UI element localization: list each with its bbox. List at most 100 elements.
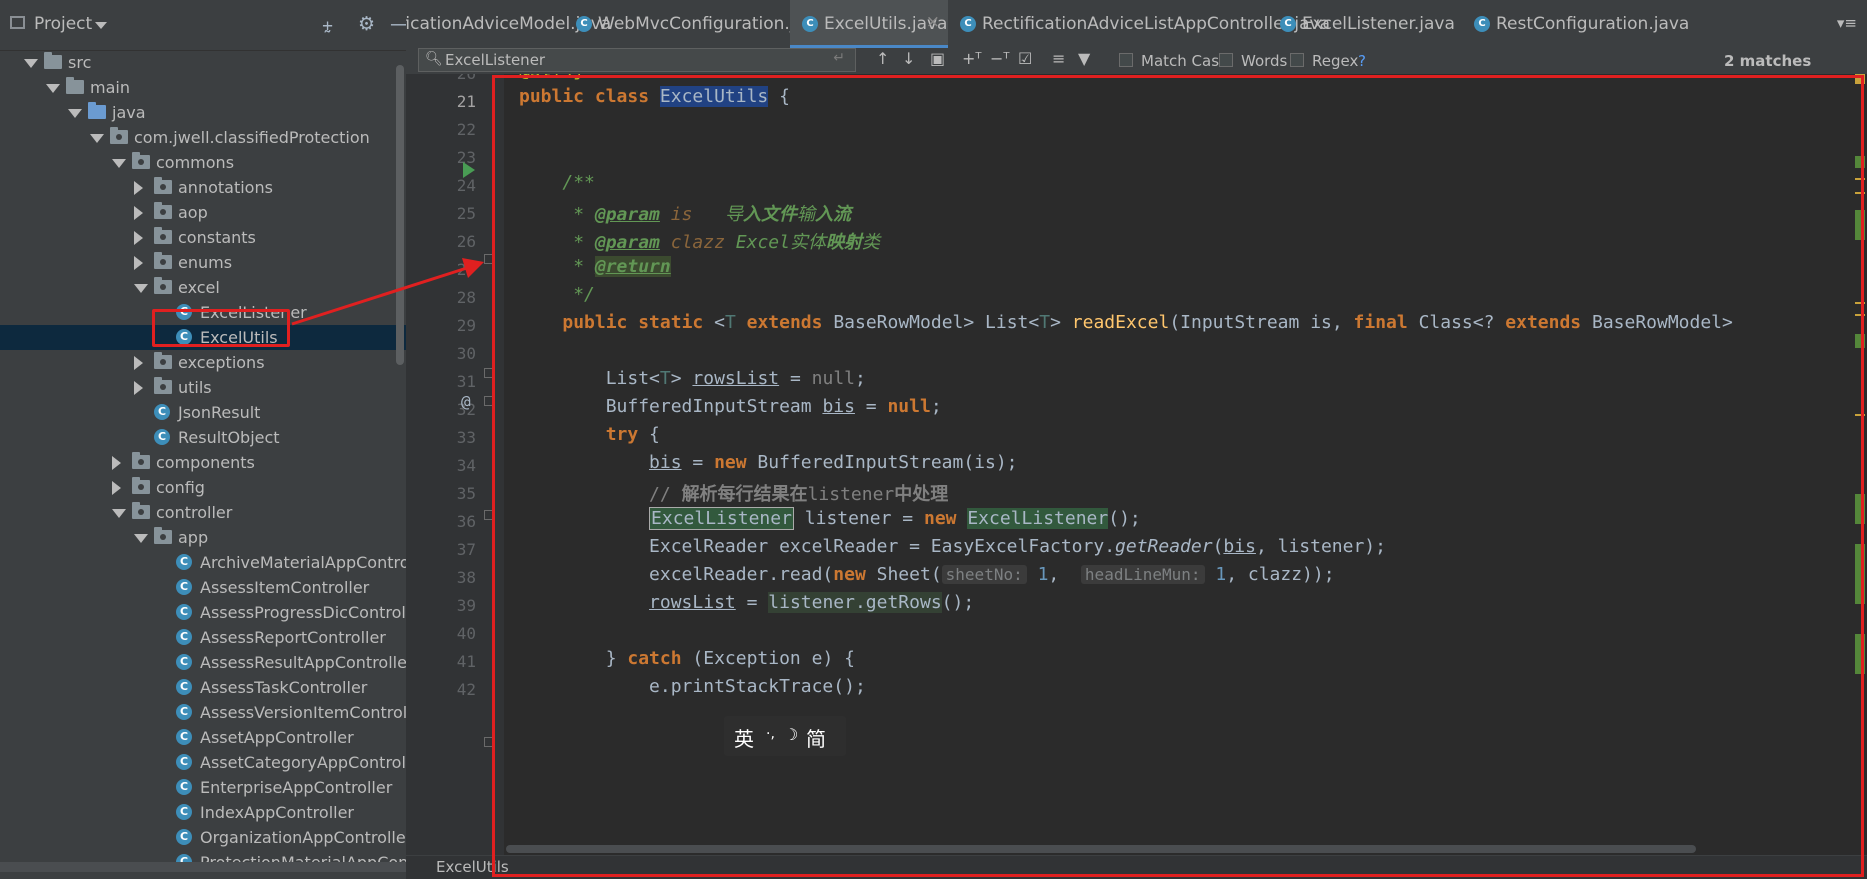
run-icon[interactable] [463, 162, 475, 178]
tree-item[interactable]: C AssessResultAppController [0, 650, 406, 675]
tree-item[interactable]: C AssessReportController [0, 625, 406, 650]
prev-match-icon[interactable]: ↑ [876, 49, 889, 68]
tree-item[interactable]: config [0, 475, 406, 500]
search-icon[interactable]: 🔍︎ [425, 51, 443, 67]
tree-item[interactable]: java [0, 100, 406, 125]
filter-icon[interactable]: ▼ [1078, 49, 1090, 68]
override-marker-icon[interactable]: @ [461, 392, 471, 411]
next-match-icon[interactable]: ↓ [902, 49, 915, 68]
editor-tab[interactable]: C ExcelListener.java [1268, 0, 1462, 48]
editor-tab[interactable]: C RectificationAdviceListAppController.ja… [948, 0, 1330, 48]
chevron-right-icon[interactable] [134, 381, 143, 395]
tree-item-label: main [90, 78, 130, 97]
tree-item[interactable]: main [0, 75, 406, 100]
tree-item[interactable]: annotations [0, 175, 406, 200]
editor-tab-label: ExcelListener.java [1302, 14, 1455, 34]
words-label[interactable]: Words [1241, 52, 1287, 70]
tree-item[interactable]: C AssetCategoryAppControlle [0, 750, 406, 775]
editor-tab[interactable]: C RestConfiguration.java [1462, 0, 1689, 48]
line-number: 22 [456, 120, 476, 139]
tree-item-label: JsonResult [178, 403, 261, 422]
tree-item-label: AssetCategoryAppControlle [200, 753, 406, 772]
tree-item[interactable]: C ArchiveMaterialAppControl [0, 550, 406, 575]
select-all-occurrences-icon[interactable]: ▣ [930, 49, 945, 68]
tree-item-label: OrganizationAppController [200, 828, 406, 847]
project-title[interactable]: Project [34, 14, 92, 34]
gear-icon[interactable]: ⚙ [358, 13, 375, 35]
project-panel: Project ⨦ ⚙ — src main java com.jwell.class… [0, 0, 406, 879]
project-tree-hscrollbar[interactable] [0, 862, 406, 872]
tree-item[interactable]: C AssessProgressDicControlle [0, 600, 406, 625]
chevron-right-icon[interactable] [134, 181, 143, 195]
chevron-right-icon[interactable] [112, 456, 121, 470]
tree-item[interactable]: com.jwell.classifiedProtection [0, 125, 406, 150]
tree-item[interactable]: C AssessItemController [0, 575, 406, 600]
tree-item[interactable]: enums [0, 250, 406, 275]
tree-item-label: ArchiveMaterialAppControl [200, 553, 406, 572]
chevron-right-icon[interactable] [134, 231, 143, 245]
tree-item[interactable]: C OrganizationAppController [0, 825, 406, 850]
chevron-right-icon[interactable] [112, 481, 121, 495]
tree-item[interactable]: app [0, 525, 406, 550]
tree-item[interactable]: C IndexAppController [0, 800, 406, 825]
tree-item[interactable]: components [0, 450, 406, 475]
chevron-right-icon[interactable] [134, 356, 143, 370]
tree-item[interactable]: utils [0, 375, 406, 400]
tree-item[interactable]: C JsonResult [0, 400, 406, 425]
tree-item[interactable]: constants [0, 225, 406, 250]
match-case-checkbox[interactable] [1119, 53, 1133, 67]
filter-lines-icon[interactable]: ≡ [1052, 49, 1065, 68]
line-number: 42 [456, 680, 476, 699]
tree-item[interactable]: src [0, 50, 406, 75]
regex-label[interactable]: Regex [1312, 52, 1358, 70]
find-input[interactable] [445, 51, 805, 69]
class-icon: C [960, 16, 976, 32]
editor-tab[interactable]: C ExcelUtils.java × [790, 0, 948, 48]
class-icon: C [802, 16, 818, 32]
tree-item-label: annotations [178, 178, 273, 197]
tree-item[interactable]: C EnterpriseAppController [0, 775, 406, 800]
class-icon: C [176, 704, 192, 720]
tree-item[interactable]: excel [0, 275, 406, 300]
tree-item[interactable]: C AssessVersionItemControlle [0, 700, 406, 725]
add-selection-icon[interactable]: +ᵀ [962, 49, 982, 68]
line-number: 31 [456, 372, 476, 391]
line-number: 41 [456, 652, 476, 671]
tree-item-label: AssessItemController [200, 578, 370, 597]
chevron-down-icon[interactable] [134, 284, 148, 293]
package-icon [154, 227, 172, 244]
chevron-down-icon[interactable] [134, 534, 148, 543]
words-checkbox[interactable] [1219, 53, 1233, 67]
chevron-down-icon[interactable] [46, 84, 60, 93]
chevron-right-icon[interactable] [134, 206, 143, 220]
tree-item[interactable]: commons [0, 150, 406, 175]
tree-item[interactable]: aop [0, 200, 406, 225]
chevron-down-icon[interactable] [112, 509, 126, 518]
chevron-down-icon[interactable] [68, 109, 82, 118]
tree-item[interactable]: C AssessTaskController [0, 675, 406, 700]
class-icon: C [176, 604, 192, 620]
tree-item[interactable]: exceptions [0, 350, 406, 375]
chevron-down-icon[interactable] [112, 159, 126, 168]
tree-item[interactable]: C ResultObject [0, 425, 406, 450]
chevron-down-icon[interactable] [95, 22, 107, 29]
chevron-right-icon[interactable] [134, 256, 143, 270]
tab-overflow-icon[interactable]: ▾≡ [1837, 14, 1857, 32]
regex-help-icon[interactable]: ? [1358, 52, 1366, 70]
editor-tab[interactable]: C WebMvcConfiguration.java [564, 0, 825, 48]
chevron-down-icon[interactable] [24, 59, 38, 68]
collapse-all-icon[interactable]: ⨦ [322, 13, 333, 35]
remove-selection-icon[interactable]: −ᵀ [990, 49, 1010, 68]
match-case-label[interactable]: Match Case [1141, 52, 1228, 70]
enter-history-icon[interactable]: ↵ [833, 50, 845, 66]
close-icon[interactable]: × [926, 12, 940, 32]
package-icon [110, 127, 128, 144]
chevron-down-icon[interactable] [90, 134, 104, 143]
hide-panel-icon[interactable]: — [390, 13, 406, 35]
editor-tab[interactable]: tificationAdviceModel.java [406, 0, 611, 48]
tree-item[interactable]: C AssetAppController [0, 725, 406, 750]
select-all-icon[interactable]: ☑ [1018, 49, 1032, 68]
tree-item[interactable]: controller [0, 500, 406, 525]
project-tree-scrollbar[interactable] [396, 65, 404, 365]
regex-checkbox[interactable] [1290, 53, 1304, 67]
